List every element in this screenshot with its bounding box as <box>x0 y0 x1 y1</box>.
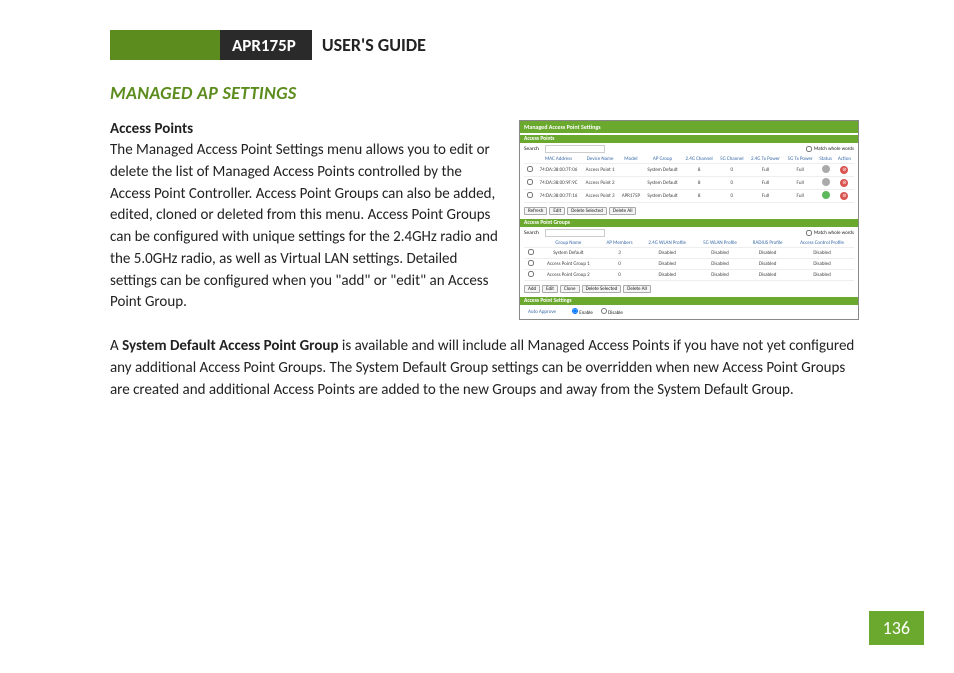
delete-icon[interactable]: ⊘ <box>840 192 848 200</box>
table-row: Access Point Group 20Disabled DisabledDi… <box>524 270 854 281</box>
ss-grp-th: Group Name <box>537 239 599 248</box>
ss-ap-th: Status <box>816 155 834 164</box>
ss-search-label: Search <box>524 146 539 152</box>
ss-enable-radio[interactable] <box>572 308 578 314</box>
ss-button-refresh[interactable]: Refresh <box>524 207 547 215</box>
ss-grp-th: 5G WLAN Profile <box>695 239 745 248</box>
ss-button-delete-all[interactable]: Delete All <box>623 285 651 293</box>
ss-ap-title: Access Points <box>520 135 858 143</box>
ss-match-label[interactable]: Match whole words <box>806 146 854 152</box>
document-header: APR175P USER'S GUIDE <box>110 30 859 60</box>
ss-grp-table: Group NameAP Members2.4G WLAN Profile5G … <box>524 239 854 281</box>
ss-ap-th: 5G Channel <box>717 155 748 164</box>
ss-grp-th: Access Control Profile <box>790 239 854 248</box>
ss-row-checkbox[interactable] <box>527 192 533 198</box>
table-row: 74:DA:38:00:7F:16Access Point 3APR175P S… <box>524 190 854 203</box>
ss-ap-th: 5G Tx Power <box>784 155 817 164</box>
ss-row-checkbox[interactable] <box>528 249 534 255</box>
ss-ap-th: Model <box>618 155 643 164</box>
delete-icon[interactable]: ⊘ <box>840 166 848 174</box>
ss-row-checkbox[interactable] <box>527 166 533 172</box>
status-icon <box>822 191 830 199</box>
ss-grp-title: Access Point Groups <box>520 219 858 227</box>
ss-grp-searchrow: Search Match whole words <box>520 227 858 239</box>
ss-ap-buttons: RefreshEditDelete SelectedDelete All <box>520 205 858 217</box>
status-icon <box>822 165 830 173</box>
ss-ap-th <box>524 155 535 164</box>
ss-grp-search-input[interactable] <box>545 229 605 237</box>
ss-ap-th: Action <box>835 155 854 164</box>
ss-grp-th: RADIUS Profile <box>745 239 790 248</box>
ss-grp-th: 2.4G WLAN Profile <box>640 239 695 248</box>
ss-grp-buttons: AddEditCloneDelete SelectedDelete All <box>520 283 858 295</box>
ss-ap-searchrow: Search Match whole words <box>520 143 858 155</box>
ss-ap-th: MAC Address <box>535 155 582 164</box>
ss-row-checkbox[interactable] <box>528 260 534 266</box>
ss-disable-radio[interactable] <box>601 308 607 314</box>
ss-enable-option[interactable]: Enable <box>572 308 593 316</box>
ss-auto-approve-row: Auto Approve Enable Disable <box>520 305 858 319</box>
section-title: MANAGED AP SETTINGS <box>110 82 859 104</box>
ss-ap-th: Device Name <box>582 155 619 164</box>
ss-disable-option[interactable]: Disable <box>601 308 623 316</box>
ss-ap-th: 2.4G Tx Power <box>747 155 784 164</box>
table-row: Access Point Group 10Disabled DisabledDi… <box>524 259 854 270</box>
ss-button-edit[interactable]: Edit <box>542 285 558 293</box>
page-number: 136 <box>869 611 924 645</box>
ss-auto-approve-label: Auto Approve <box>528 309 556 315</box>
ss-search-input[interactable] <box>545 145 605 153</box>
ss-main-title: Managed Access Point Settings <box>520 121 858 133</box>
table-row: 74:DA:38:00:9F:9CAccess Point 2 System D… <box>524 177 854 190</box>
ss-button-delete-selected[interactable]: Delete Selected <box>567 207 607 215</box>
ss-grp-match-label[interactable]: Match whole words <box>806 230 854 236</box>
product-label: APR175P <box>220 30 312 60</box>
ss-button-edit[interactable]: Edit <box>549 207 565 215</box>
subheading-access-points: Access Points <box>110 120 501 138</box>
ss-row-checkbox[interactable] <box>528 271 534 277</box>
ss-ap-th: AP Group <box>643 155 681 164</box>
ss-row-checkbox[interactable] <box>527 179 533 185</box>
ss-button-delete-all[interactable]: Delete All <box>609 207 637 215</box>
ss-grp-th <box>524 239 537 248</box>
header-accent <box>110 30 220 60</box>
settings-screenshot: Managed Access Point Settings Access Poi… <box>519 120 859 320</box>
ss-grp-th: AP Members <box>599 239 639 248</box>
paragraph-2: A System Default Access Point Group is a… <box>110 336 859 401</box>
ss-button-clone[interactable]: Clone <box>560 285 580 293</box>
ss-ap-th: 2.4G Channel <box>682 155 717 164</box>
ss-grp-search-label: Search <box>524 230 539 236</box>
table-row: 74:DA:38:00:7F:06Access Point 1 System D… <box>524 164 854 177</box>
ss-settings-title: Access Point Settings <box>520 297 858 305</box>
ss-button-delete-selected[interactable]: Delete Selected <box>582 285 622 293</box>
ss-grp-match-checkbox[interactable] <box>806 230 812 236</box>
ss-match-checkbox[interactable] <box>806 146 812 152</box>
guide-title: USER'S GUIDE <box>312 30 426 60</box>
status-icon <box>822 178 830 186</box>
delete-icon[interactable]: ⊘ <box>840 179 848 187</box>
ss-button-add[interactable]: Add <box>524 285 540 293</box>
paragraph-1: The Managed Access Point Settings menu a… <box>110 140 501 314</box>
ss-ap-table: MAC AddressDevice NameModelAP Group2.4G … <box>524 155 854 203</box>
table-row: System Default3Disabled DisabledDisabled… <box>524 248 854 259</box>
